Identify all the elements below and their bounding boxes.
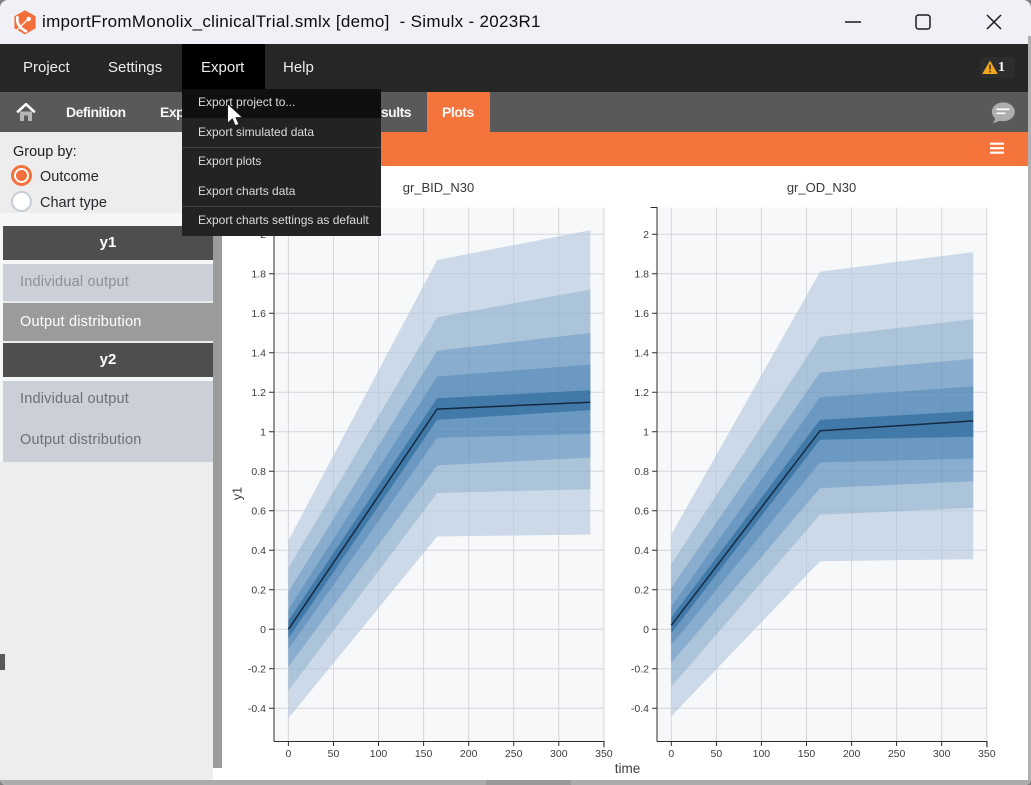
svg-text:2: 2 bbox=[643, 229, 649, 241]
svg-text:50: 50 bbox=[328, 748, 340, 760]
svg-text:100: 100 bbox=[753, 748, 771, 760]
svg-text:1.8: 1.8 bbox=[251, 268, 266, 280]
svg-text:0.4: 0.4 bbox=[634, 545, 649, 557]
svg-text:350: 350 bbox=[978, 748, 996, 760]
svg-text:1.4: 1.4 bbox=[251, 347, 266, 359]
svg-text:gr_BID_N30: gr_BID_N30 bbox=[403, 180, 475, 195]
svg-text:time: time bbox=[615, 761, 641, 776]
svg-text:-0.2: -0.2 bbox=[248, 663, 266, 675]
svg-text:1.6: 1.6 bbox=[634, 308, 649, 320]
svg-text:1.6: 1.6 bbox=[251, 308, 266, 320]
svg-text:300: 300 bbox=[550, 748, 568, 760]
svg-text:0: 0 bbox=[668, 748, 674, 760]
svg-text:0.6: 0.6 bbox=[251, 505, 266, 517]
svg-text:0.2: 0.2 bbox=[634, 584, 649, 596]
svg-text:300: 300 bbox=[933, 748, 951, 760]
svg-text:0.4: 0.4 bbox=[251, 545, 266, 557]
svg-text:0: 0 bbox=[643, 624, 649, 636]
svg-text:1.2: 1.2 bbox=[634, 387, 649, 399]
svg-text:250: 250 bbox=[888, 748, 906, 760]
svg-text:150: 150 bbox=[798, 748, 816, 760]
svg-text:-0.4: -0.4 bbox=[248, 703, 266, 715]
svg-text:1: 1 bbox=[260, 426, 266, 438]
svg-text:100: 100 bbox=[370, 748, 388, 760]
svg-text:1: 1 bbox=[643, 426, 649, 438]
svg-text:-0.4: -0.4 bbox=[631, 703, 649, 715]
svg-text:0: 0 bbox=[260, 624, 266, 636]
svg-text:0: 0 bbox=[285, 748, 291, 760]
svg-text:0.6: 0.6 bbox=[634, 505, 649, 517]
svg-text:0.8: 0.8 bbox=[251, 466, 266, 478]
svg-text:0.2: 0.2 bbox=[251, 584, 266, 596]
svg-text:1.4: 1.4 bbox=[634, 347, 649, 359]
svg-text:0.8: 0.8 bbox=[634, 466, 649, 478]
svg-text:1.8: 1.8 bbox=[634, 268, 649, 280]
svg-text:250: 250 bbox=[505, 748, 523, 760]
svg-text:50: 50 bbox=[711, 748, 723, 760]
svg-text:gr_OD_N30: gr_OD_N30 bbox=[787, 180, 856, 195]
svg-text:200: 200 bbox=[460, 748, 478, 760]
svg-text:150: 150 bbox=[415, 748, 433, 760]
svg-text:1.2: 1.2 bbox=[251, 387, 266, 399]
svg-text:y1: y1 bbox=[231, 487, 245, 500]
svg-text:350: 350 bbox=[595, 748, 613, 760]
svg-text:-0.2: -0.2 bbox=[631, 663, 649, 675]
svg-text:200: 200 bbox=[843, 748, 861, 760]
